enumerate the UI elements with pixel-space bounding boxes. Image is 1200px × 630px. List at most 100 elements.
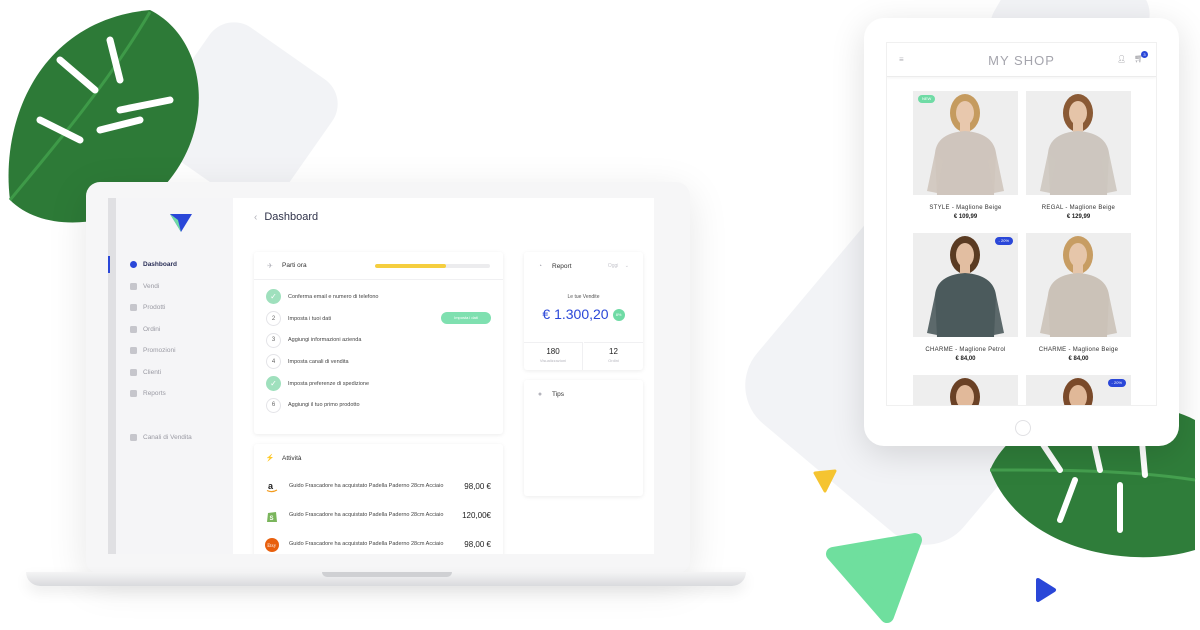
sidebar-item-reports[interactable]: Reports	[116, 383, 233, 405]
stat-label: Ordini	[608, 358, 619, 363]
check-icon: ✓	[266, 289, 281, 305]
sell-icon	[130, 282, 137, 290]
dashboard-screen: Dashboard Vendi Prodotti Ordini Promozioni Cl…	[108, 198, 654, 554]
product-image[interactable]	[1026, 233, 1131, 337]
setup-step[interactable]: ✓ Conferma email e numero di telefono	[254, 286, 503, 308]
sidebar-item-prodotti[interactable]: Prodotti	[116, 297, 233, 319]
model-photo-icon	[927, 236, 1004, 337]
product-card[interactable]: NEW STYLE - Maglione Beige € 109,99	[913, 91, 1018, 220]
sidebar-item-dashboard[interactable]: Dashboard	[108, 254, 233, 276]
product-price: € 109,99	[953, 214, 978, 220]
product-image[interactable]	[913, 375, 1018, 405]
product-tag: - 20%	[994, 237, 1013, 245]
product-image[interactable]: NEW	[913, 91, 1018, 195]
back-chevron-icon[interactable]: ‹	[254, 212, 257, 223]
period-select[interactable]: Oggi ⌄	[608, 263, 629, 269]
check-icon: ✓	[266, 376, 281, 392]
sidebar-item-ordini[interactable]: Ordini	[116, 319, 233, 341]
shop-header: ≡ MY SHOP 👤︎ 🛒︎ 3	[887, 43, 1156, 77]
lightning-icon: ⚡	[265, 455, 275, 462]
etsy-logo-icon: Etsy	[265, 537, 279, 552]
step-number: 4	[266, 354, 281, 370]
activity-row[interactable]: Etsy Guido Frascadore ha acquistato Padel…	[254, 530, 503, 554]
activity-row[interactable]: a Guido Frascadore ha acquistato Padella …	[254, 472, 503, 501]
sales-value: € 1.300,20	[542, 306, 609, 322]
sidebar-item-promozioni[interactable]: Promozioni	[116, 340, 233, 362]
product-card[interactable]	[913, 375, 1018, 405]
svg-text:a: a	[268, 481, 274, 491]
step-number: 6	[266, 397, 281, 413]
period-select-value: Oggi	[607, 263, 619, 269]
activity-text: Guido Frascadore ha acquistato Padella P…	[289, 482, 444, 489]
product-image[interactable]: - 20%	[913, 233, 1018, 337]
product-card[interactable]: CHARME - Maglione Beige € 84,00	[1026, 233, 1131, 362]
page-header: ‹ Dashboard	[254, 211, 318, 223]
product-image[interactable]: - 20%	[1026, 375, 1131, 405]
amazon-logo-icon: a	[265, 480, 279, 494]
account-icon[interactable]: 👤︎	[1117, 55, 1126, 63]
product-price: € 84,00	[955, 356, 976, 362]
send-icon	[130, 433, 137, 441]
product-name[interactable]: CHARME - Maglione Petrol	[913, 347, 1018, 353]
start-progress-bar	[375, 264, 490, 268]
sidebar-item-label: Prodotti	[143, 304, 166, 312]
tag-icon	[130, 347, 137, 355]
start-card: ✈ Parti ora ✓ Conferma email e numero di …	[254, 252, 503, 434]
activity-text: Guido Frascadore ha acquistato Padella P…	[289, 511, 444, 518]
user-icon	[130, 368, 137, 376]
triangle-blue-icon	[1036, 578, 1056, 602]
product-card[interactable]: - 20%	[1026, 375, 1131, 405]
steps-list: ✓ Conferma email e numero di telefono 2 Imp…	[254, 280, 503, 416]
start-progress-fill	[375, 264, 447, 268]
product-name[interactable]: STYLE - Maglione Beige	[913, 205, 1018, 211]
laptop-notch	[322, 572, 452, 577]
triangle-yellow-icon	[813, 469, 837, 493]
activity-list: a Guido Frascadore ha acquistato Padella …	[254, 472, 503, 554]
svg-text:S: S	[270, 516, 274, 522]
page-title: Dashboard	[264, 211, 319, 223]
sidebar-item-vendi[interactable]: Vendi	[116, 276, 233, 298]
sidebar-item-canali-di-vendita[interactable]: Canali di Vendita	[116, 427, 233, 449]
product-card[interactable]: - 20% CHARME - Maglione Petrol € 84,00	[913, 233, 1018, 362]
stat-value: 180	[546, 347, 560, 356]
step-number: 2	[266, 311, 281, 327]
sidebar: Dashboard Vendi Prodotti Ordini Promozioni Cl…	[108, 198, 233, 554]
product-price: € 129,99	[1066, 214, 1091, 220]
product-price: € 84,00	[1068, 356, 1089, 362]
stat-value: 12	[609, 347, 618, 356]
setup-step[interactable]: 2 Imposta i tuoi dati Imposta i dati	[254, 308, 503, 330]
product-name[interactable]: REGAL - Maglione Beige	[1026, 205, 1131, 211]
dashboard-icon	[130, 261, 137, 269]
report-stat: 180 Visualizzazioni	[524, 342, 583, 370]
shop-title: MY SHOP	[988, 53, 1055, 68]
product-image[interactable]	[1026, 91, 1131, 195]
tips-card-title: Tips	[552, 390, 565, 398]
lightbulb-icon: ●	[537, 390, 543, 398]
product-card[interactable]: REGAL - Maglione Beige € 129,99	[1026, 91, 1131, 220]
setup-step[interactable]: 4 Imposta canali di vendita	[254, 351, 503, 373]
tips-card: ● Tips	[524, 380, 643, 496]
product-name[interactable]: CHARME - Maglione Beige	[1026, 347, 1131, 353]
setup-step[interactable]: 6 Aggiungi il tuo primo prodotto	[254, 394, 503, 416]
sidebar-item-label: Clienti	[143, 368, 162, 376]
set-data-button[interactable]: Imposta i dati	[441, 311, 491, 324]
shopify-logo-icon: S	[265, 509, 279, 523]
step-label: Imposta canali di vendita	[288, 358, 349, 365]
sidebar-item-label: Vendi	[143, 282, 160, 290]
setup-step[interactable]: 3 Aggiungi informazioni azienda	[254, 329, 503, 351]
step-label: Aggiungi informazioni azienda	[288, 337, 362, 344]
triangle-green-icon	[826, 533, 922, 623]
report-card-header: ◔ Report Oggi ⌄	[524, 252, 643, 280]
sales-growth-badge: 8%	[612, 309, 625, 322]
tablet-home-button[interactable]	[1015, 420, 1031, 436]
products-icon	[130, 304, 137, 312]
activity-text: Guido Frascadore ha acquistato Padella P…	[289, 540, 444, 547]
step-label: Imposta preferenze di spedizione	[288, 380, 370, 387]
rocket-icon: ✈	[267, 262, 273, 270]
activity-row[interactable]: S Guido Frascadore ha acquistato Padella …	[254, 501, 503, 530]
sidebar-item-clienti[interactable]: Clienti	[116, 362, 233, 384]
activity-card-title: Attività	[282, 454, 302, 462]
stat-label: Visualizzazioni	[539, 358, 567, 363]
setup-step[interactable]: ✓ Imposta preferenze di spedizione	[254, 373, 503, 395]
report-card: ◔ Report Oggi ⌄ Le tue Vendite € 1.300,2…	[524, 252, 643, 370]
